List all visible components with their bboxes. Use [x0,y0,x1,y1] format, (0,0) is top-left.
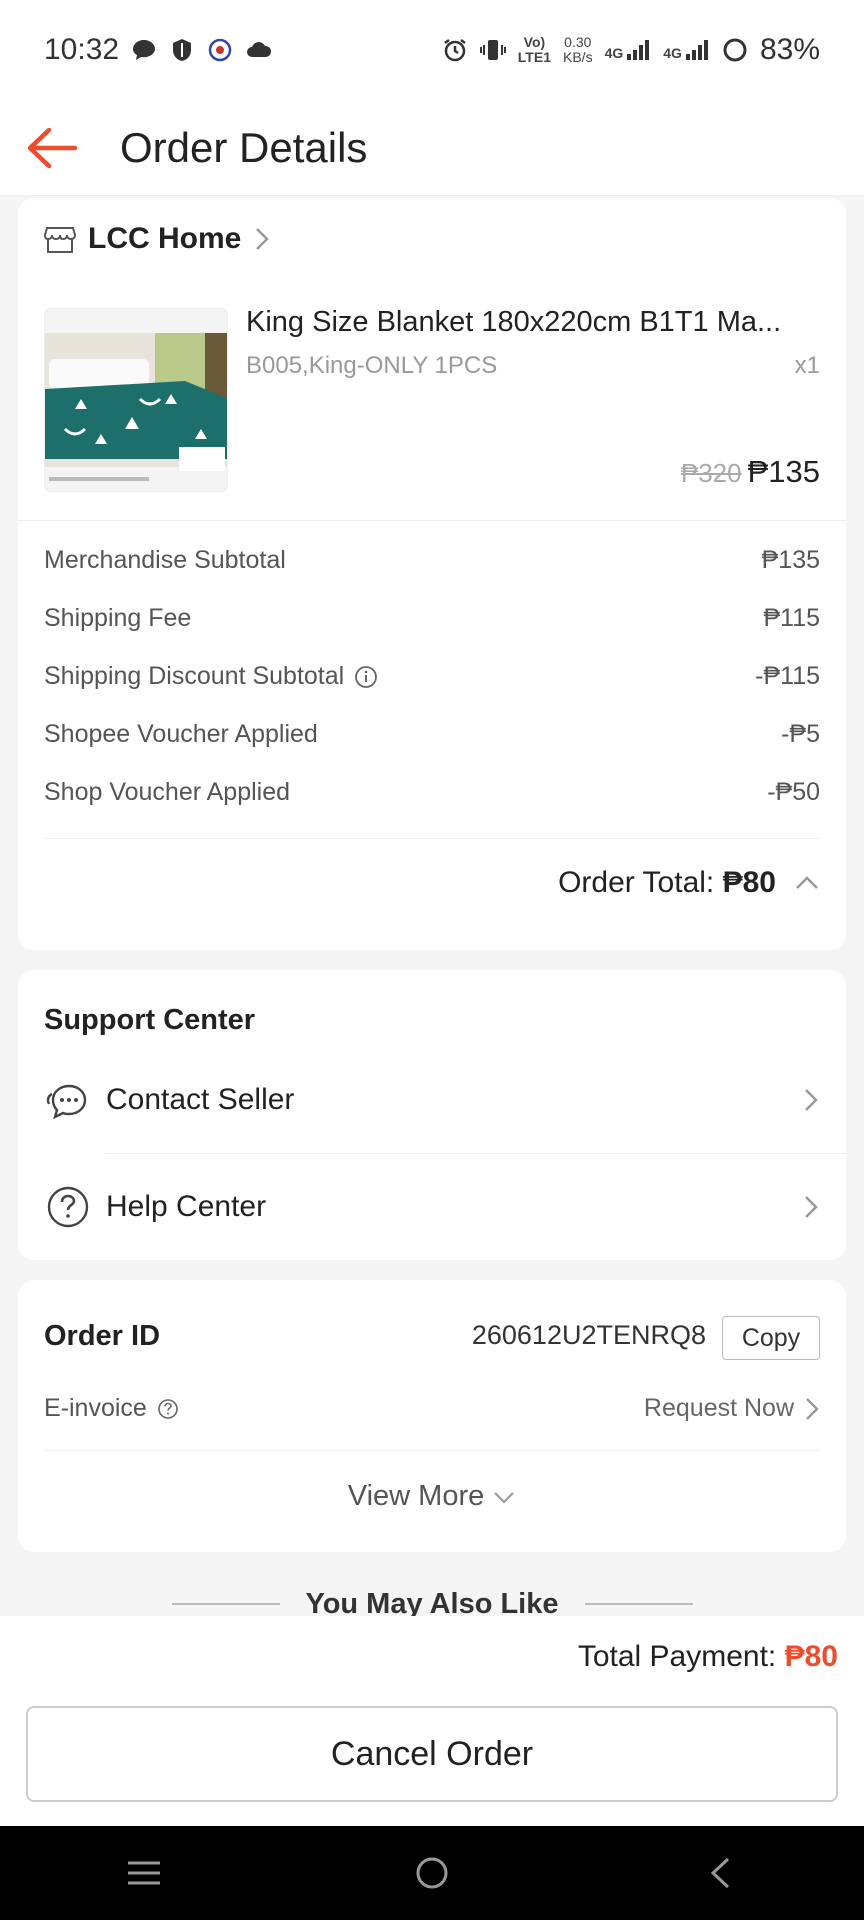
chevron-up-icon [796,876,818,889]
status-right: Vo) LTE1 0.30 KB/s 4G 4G 83% [442,33,820,67]
order-card: LCC Home King Size Blanket 180x220cm B1T… [18,198,846,950]
battery-ring-icon [723,38,747,62]
help-icon [44,1183,92,1231]
order-id-value: 260612U2TENRQ8 [471,1320,706,1350]
page-title: Order Details [120,123,368,171]
volte-indicator: Vo) LTE1 [517,34,551,65]
order-id-label: Order ID [44,1320,161,1352]
summary-row: Shopee Voucher Applied -₱5 [44,720,820,749]
info-icon[interactable] [354,665,378,689]
shop-icon [44,227,76,253]
chat-icon [44,1076,92,1124]
product-price: ₱320 ₱135 [681,454,820,490]
shop-name: LCC Home [88,222,242,255]
back-button[interactable] [0,100,106,196]
clock: 10:32 [44,33,120,66]
network-speed: 0.30 KB/s [563,34,593,65]
battery-level: 83% [759,33,820,66]
summary-row: Shop Voucher Applied -₱50 [44,778,820,807]
contact-seller-label: Contact Seller [106,1083,295,1116]
home-button[interactable] [382,1833,482,1913]
shop-link[interactable]: LCC Home [44,222,271,256]
signal-bars-icon [685,40,708,60]
status-left: 10:32 [44,33,272,67]
system-back-button[interactable] [670,1833,770,1913]
product-name[interactable]: King Size Blanket 180x220cm B1T1 Ma... [246,306,826,339]
product-variation: B005,King-ONLY 1PCS [246,352,498,379]
recents-button[interactable] [94,1833,194,1913]
status-bar: 10:32 Vo) LTE1 0.30 KB/s 4G 4G 83% [0,0,864,100]
summary-value: ₱115 [763,604,820,632]
menu-icon [128,1861,160,1885]
summary-label: Shop Voucher Applied [44,778,291,806]
summary-row: Merchandise Subtotal ₱135 [44,546,820,575]
einvoice-label-group: E-invoice [44,1394,179,1423]
chevron-right-icon [805,1196,818,1218]
app-icon [208,38,232,62]
original-price: ₱320 [680,458,742,488]
total-payment: Total Payment: ₱80 [577,1640,838,1673]
divider [584,1603,693,1605]
divider [44,1450,820,1451]
sale-price: ₱135 [747,454,820,489]
summary-label-group: Shipping Discount Subtotal [44,662,378,691]
vibrate-icon [479,40,506,60]
divider [171,1603,280,1605]
chevron-right-icon [256,228,270,250]
summary-row: Shipping Discount Subtotal -₱115 [44,662,820,691]
summary-value: -₱115 [755,662,820,690]
signal-1: 4G [605,39,652,61]
summary-label: Shipping Fee [44,604,192,632]
chevron-right-icon [805,1089,818,1111]
summary-value: -₱5 [781,720,820,748]
blanket-photo [45,309,227,491]
cancel-order-button[interactable]: Cancel Order [26,1706,838,1802]
divider [18,520,846,521]
support-center-card: Support Center Contact Seller Help Cente… [18,970,846,1260]
bottom-action-panel: Total Payment: ₱80 Cancel Order [0,1616,864,1826]
chevron-left-icon [710,1857,730,1889]
divider [44,838,820,839]
request-now-label: Request Now [643,1394,794,1422]
product-quantity: x1 [794,352,820,379]
system-nav-bar [0,1826,864,1920]
view-more-button[interactable]: View More [18,1480,846,1513]
help-center-row[interactable]: Help Center [18,1157,846,1257]
support-center-title: Support Center [44,1004,256,1036]
summary-value: ₱135 [761,546,820,574]
help-center-label: Help Center [106,1190,267,1223]
contact-seller-row[interactable]: Contact Seller [18,1050,846,1150]
einvoice-label: E-invoice [44,1394,147,1422]
chevron-right-icon [806,1397,819,1420]
chevron-down-icon [494,1491,515,1504]
summary-label: Shopee Voucher Applied [44,720,318,748]
copy-button[interactable]: Copy [722,1316,820,1360]
shield-icon [173,39,192,61]
request-einvoice-link[interactable]: Request Now [644,1394,820,1423]
summary-label: Merchandise Subtotal [44,546,286,574]
order-total-toggle[interactable]: Order Total: ₱80 [558,866,820,900]
app-bar: Order Details [0,100,864,196]
alarm-icon [444,39,466,62]
signal-2: 4G [663,39,710,61]
total-payment-amount: ₱80 [784,1640,838,1673]
order-info-card: Order ID 260612U2TENRQ8 Copy E-invoice R… [18,1280,846,1552]
cloud-icon [247,42,272,57]
summary-label: Shipping Discount Subtotal [44,662,345,690]
divider [106,1153,846,1154]
home-circle-icon [416,1857,448,1889]
arrow-left-icon [27,127,77,168]
product-image[interactable] [44,308,228,492]
signal-bars-icon [627,40,650,60]
summary-value: -₱50 [767,778,820,806]
summary-row: Shipping Fee ₱115 [44,604,820,633]
help-icon[interactable] [157,1398,179,1420]
order-total: Order Total: ₱80 [558,866,776,899]
view-more-label: View More [347,1480,485,1512]
message-icon [133,40,156,60]
